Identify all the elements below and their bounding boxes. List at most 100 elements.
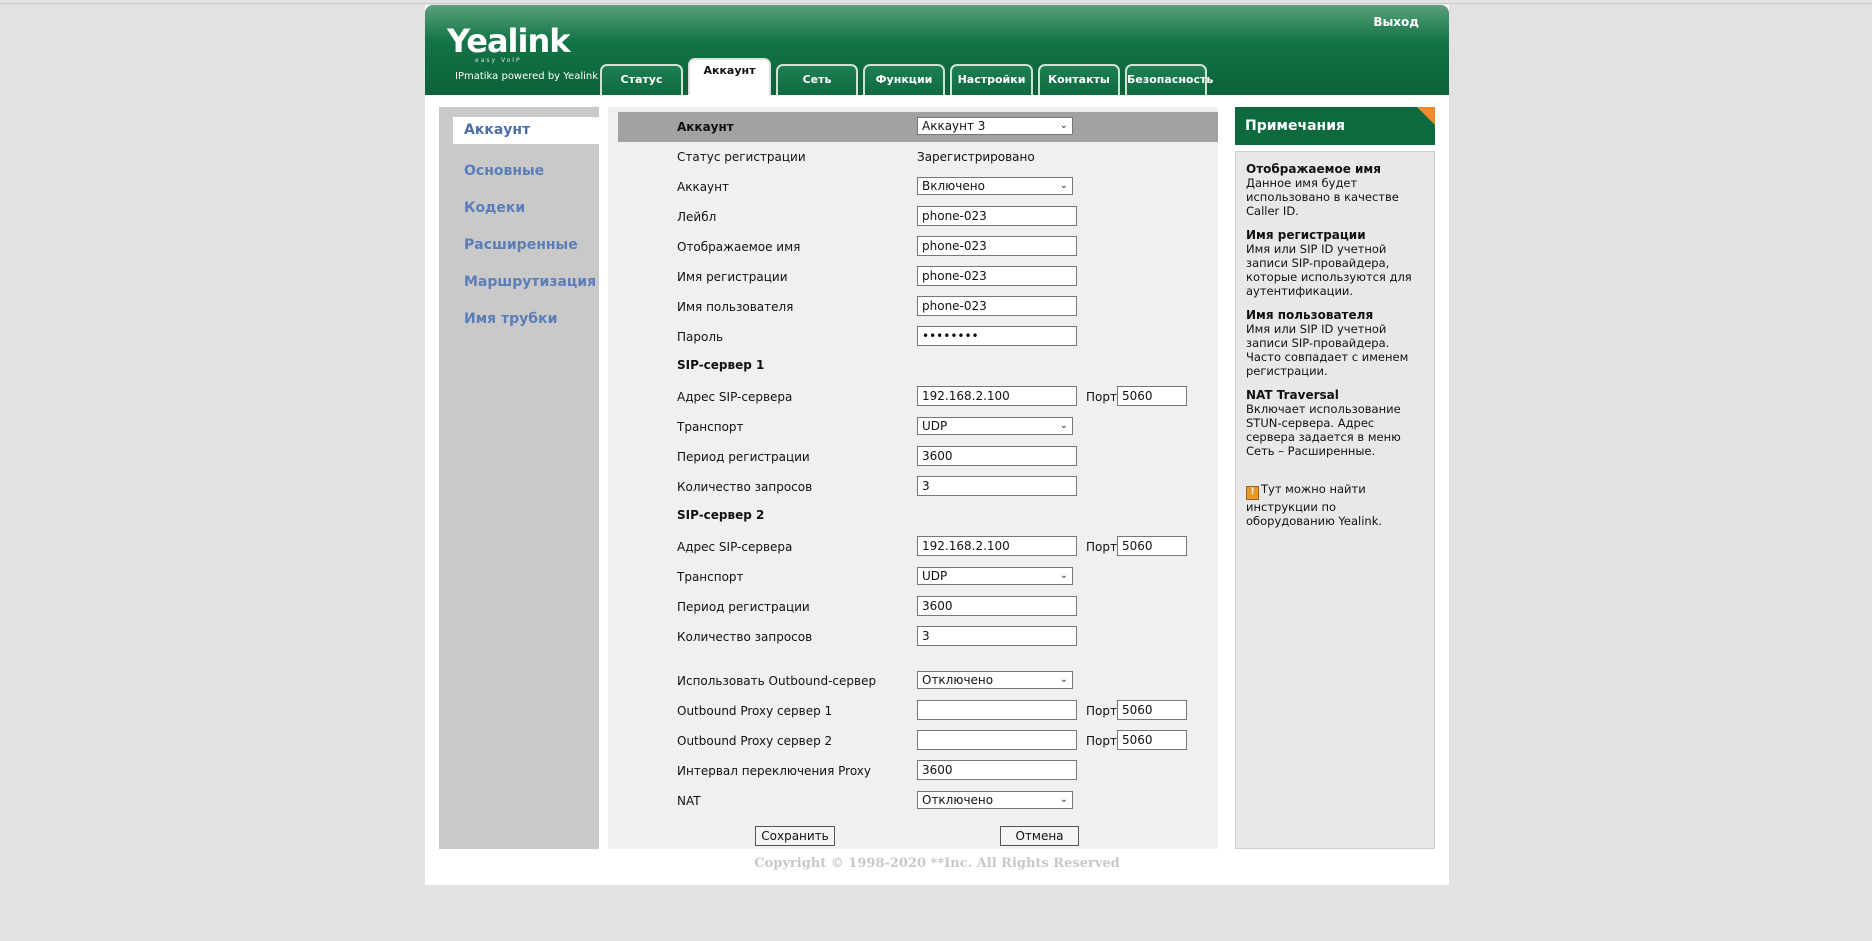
chevron-down-icon: ⌄ [1059, 570, 1068, 581]
outbound-use-value: Отключено [922, 673, 994, 687]
password-input[interactable]: •••••••• [917, 326, 1077, 346]
tab-settings[interactable]: Настройки [950, 64, 1033, 95]
sidebar-item-basic[interactable]: Основные [464, 163, 544, 179]
tab-features[interactable]: Функции [863, 64, 945, 95]
sip2-port-label: Порт [1086, 540, 1117, 554]
sip1-port-label: Порт [1086, 390, 1117, 404]
note-text: Имя или SIP ID учетной записи SIP-провай… [1246, 242, 1412, 298]
cancel-button[interactable]: Отмена [1000, 826, 1079, 846]
notes-title: Примечания [1235, 107, 1435, 145]
reg-status-label: Статус регистрации [677, 150, 806, 164]
top-divider [0, 3, 1872, 4]
note-title: Имя пользователя [1246, 308, 1374, 322]
chevron-down-icon: ⌄ [1059, 120, 1068, 131]
logo-text: Yealink [447, 22, 571, 60]
note-title: NAT Traversal [1246, 388, 1339, 402]
sidebar-item-routing[interactable]: Маршрутизация [464, 274, 596, 290]
help-book-icon: ! [1246, 486, 1259, 500]
sidebar-item-account[interactable]: Аккаунт [453, 117, 599, 144]
copyright: Copyright © 1998-2020 **Inc. All Rights … [754, 856, 1120, 871]
tab-account[interactable]: Аккаунт [688, 58, 771, 95]
sip1-addr-input[interactable]: 192.168.2.100 [917, 386, 1077, 406]
display-name-input[interactable]: phone-023 [917, 236, 1077, 256]
tab-status[interactable]: Статус [600, 64, 683, 95]
line-active-label: Аккаунт [677, 180, 729, 194]
proxy1-label: Outbound Proxy сервер 1 [677, 704, 833, 718]
notes-corner-decoration [1417, 107, 1435, 125]
tab-contacts[interactable]: Контакты [1038, 64, 1120, 95]
sip2-period-input[interactable]: 3600 [917, 596, 1077, 616]
chevron-down-icon: ⌄ [1059, 674, 1068, 685]
proxy2-port-input[interactable]: 5060 [1117, 730, 1187, 750]
reg-status-value: Зарегистрировано [917, 150, 1035, 164]
line-active-select[interactable]: Включено ⌄ [917, 177, 1073, 195]
sidebar-item-codecs[interactable]: Кодеки [464, 200, 525, 216]
user-name-input[interactable]: phone-023 [917, 296, 1077, 316]
yealink-logo: Yealink easy VoIP IPmatika powered by Ye… [447, 25, 598, 82]
proxy1-port-input[interactable]: 5060 [1117, 700, 1187, 720]
proxy2-input[interactable] [917, 730, 1077, 750]
sip2-transport-value: UDP [922, 569, 948, 583]
label-input[interactable]: phone-023 [917, 206, 1077, 226]
chevron-down-icon: ⌄ [1059, 794, 1068, 805]
sip2-port-input[interactable]: 5060 [1117, 536, 1187, 556]
save-button[interactable]: Сохранить [755, 826, 835, 846]
help-text: Тут можно найти инструкции по оборудован… [1246, 482, 1383, 528]
password-label: Пароль [677, 330, 724, 344]
sip1-transport-value: UDP [922, 419, 948, 433]
outbound-use-select[interactable]: Отключено ⌄ [917, 671, 1073, 689]
sip1-period-input[interactable]: 3600 [917, 446, 1077, 466]
proxy-interval-input[interactable]: 3600 [917, 760, 1077, 780]
label-field-label: Лейбл [677, 210, 717, 224]
line-active-value: Включено [922, 179, 985, 193]
nat-label: NAT [677, 794, 701, 808]
sip2-addr-input[interactable]: 192.168.2.100 [917, 536, 1077, 556]
sip1-section-title: SIP-сервер 1 [677, 358, 765, 372]
note-title: Отображаемое имя [1246, 162, 1381, 176]
sip1-transport-select[interactable]: UDP ⌄ [917, 417, 1073, 435]
chevron-down-icon: ⌄ [1059, 180, 1068, 191]
display-name-label: Отображаемое имя [677, 240, 801, 254]
sip1-period-label: Период регистрации [677, 450, 810, 464]
logo-tagline: IPmatika powered by Yealink [455, 71, 599, 82]
reg-name-label: Имя регистрации [677, 270, 788, 284]
sip1-retries-input[interactable]: 3 [917, 476, 1077, 496]
proxy2-port-label: Порт [1086, 734, 1117, 748]
sip1-transport-label: Транспорт [677, 420, 744, 434]
sidebar: Аккаунт Основные Кодеки Расширенные Марш… [439, 107, 599, 849]
header-bar: Yealink easy VoIP IPmatika powered by Ye… [425, 5, 1449, 95]
nat-value: Отключено [922, 793, 994, 807]
note-text: Данное имя будет использовано в качестве… [1246, 176, 1399, 218]
sidebar-item-handset-name[interactable]: Имя трубки [464, 311, 557, 327]
tab-network[interactable]: Сеть [776, 64, 858, 95]
chevron-down-icon: ⌄ [1059, 420, 1068, 431]
notes-panel: Примечания Отображаемое имя Данное имя б… [1235, 107, 1435, 849]
reg-name-input[interactable]: phone-023 [917, 266, 1077, 286]
help-note[interactable]: ! Тут можно найти инструкции по оборудова… [1246, 482, 1424, 528]
tab-security[interactable]: Безопасность [1125, 64, 1213, 95]
note-text: Имя или SIP ID учетной записи SIP-провай… [1246, 322, 1409, 378]
sip2-transport-select[interactable]: UDP ⌄ [917, 567, 1073, 585]
account-select[interactable]: Аккаунт 3 ⌄ [917, 117, 1073, 135]
sip2-period-label: Период регистрации [677, 600, 810, 614]
outbound-use-label: Использовать Outbound-сервер [677, 674, 877, 688]
sip2-retries-input[interactable]: 3 [917, 626, 1077, 646]
notes-body: Отображаемое имя Данное имя будет исполь… [1235, 151, 1435, 849]
note-text: Включает использование STUN-сервера. Адр… [1246, 402, 1401, 458]
sip1-port-input[interactable]: 5060 [1117, 386, 1187, 406]
user-name-label: Имя пользователя [677, 300, 794, 314]
logout-link[interactable]: Выход [1373, 15, 1419, 29]
proxy1-input[interactable] [917, 700, 1077, 720]
account-form: Аккаунт Аккаунт 3 ⌄ Статус регистрации За… [608, 107, 1218, 849]
proxy2-label: Outbound Proxy сервер 2 [677, 734, 833, 748]
sip2-section-title: SIP-сервер 2 [677, 508, 765, 522]
sip1-retries-label: Количество запросов [677, 480, 813, 494]
account-select-value: Аккаунт 3 [922, 119, 986, 133]
sip2-addr-label: Адрес SIP-сервера [677, 540, 793, 554]
page-container: Yealink easy VoIP IPmatika powered by Ye… [425, 5, 1449, 885]
sip2-transport-label: Транспорт [677, 570, 744, 584]
sidebar-item-advanced[interactable]: Расширенные [464, 237, 578, 253]
note-title: Имя регистрации [1246, 228, 1366, 242]
proxy1-port-label: Порт [1086, 704, 1117, 718]
nat-select[interactable]: Отключено ⌄ [917, 791, 1073, 809]
